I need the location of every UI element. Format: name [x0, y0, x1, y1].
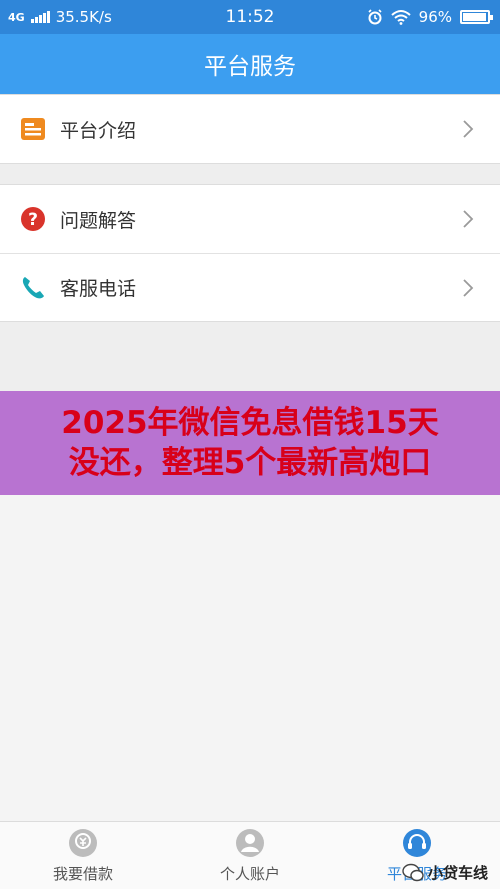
page-title: 平台服务 [204, 54, 296, 80]
navbar: 平台服务 [0, 34, 500, 94]
chevron-right-icon [463, 279, 474, 297]
watermark: 小贷车线 [402, 862, 488, 883]
battery-percent: 96% [418, 8, 452, 26]
battery-fill [463, 13, 487, 21]
status-right: 96% [367, 8, 493, 26]
svg-text:?: ? [28, 210, 38, 230]
tab-label: 我要借款 [52, 865, 113, 883]
chevron-right-icon [463, 210, 474, 228]
menu-item-customer-phone[interactable]: 客服电话 [0, 253, 500, 321]
phone-icon [22, 277, 44, 299]
alarm-icon [368, 9, 382, 25]
menu-item-label: 平台介绍 [60, 119, 137, 142]
watermark-text: 小贷车线 [427, 864, 488, 882]
tab-borrow[interactable]: 我要借款 [0, 828, 166, 884]
borrow-icon [69, 829, 97, 857]
menu-item-platform-intro[interactable]: 平台介绍 [0, 95, 500, 163]
wechat-icon [402, 863, 424, 881]
tab-account[interactable]: 个人账户 [167, 828, 333, 884]
menu-item-faq[interactable]: ? 问题解答 [0, 185, 500, 253]
banner-line-1: 2025年微信免息借钱15天 [61, 405, 439, 441]
wifi-icon [390, 10, 411, 25]
document-icon [21, 118, 45, 140]
headset-icon [403, 829, 431, 857]
battery-icon [460, 10, 493, 24]
user-icon [236, 829, 264, 857]
status-bar: 4G 35.5K/s 11:52 96% [0, 0, 500, 34]
menu-item-label: 客服电话 [60, 278, 137, 300]
question-icon: ? [21, 207, 45, 231]
promo-banner: 2025年微信免息借钱15天 没还，整理5个最新高炮口 [0, 391, 500, 495]
tab-label: 个人账户 [219, 865, 280, 883]
menu-item-label: 问题解答 [60, 209, 137, 232]
menu-group-2: ? 问题解答 客服电话 [0, 184, 500, 322]
menu-group-1: 平台介绍 [0, 94, 500, 164]
banner-line-2: 没还，整理5个最新高炮口 [68, 445, 432, 481]
chevron-right-icon [463, 120, 474, 138]
empty-content-area [0, 495, 500, 821]
